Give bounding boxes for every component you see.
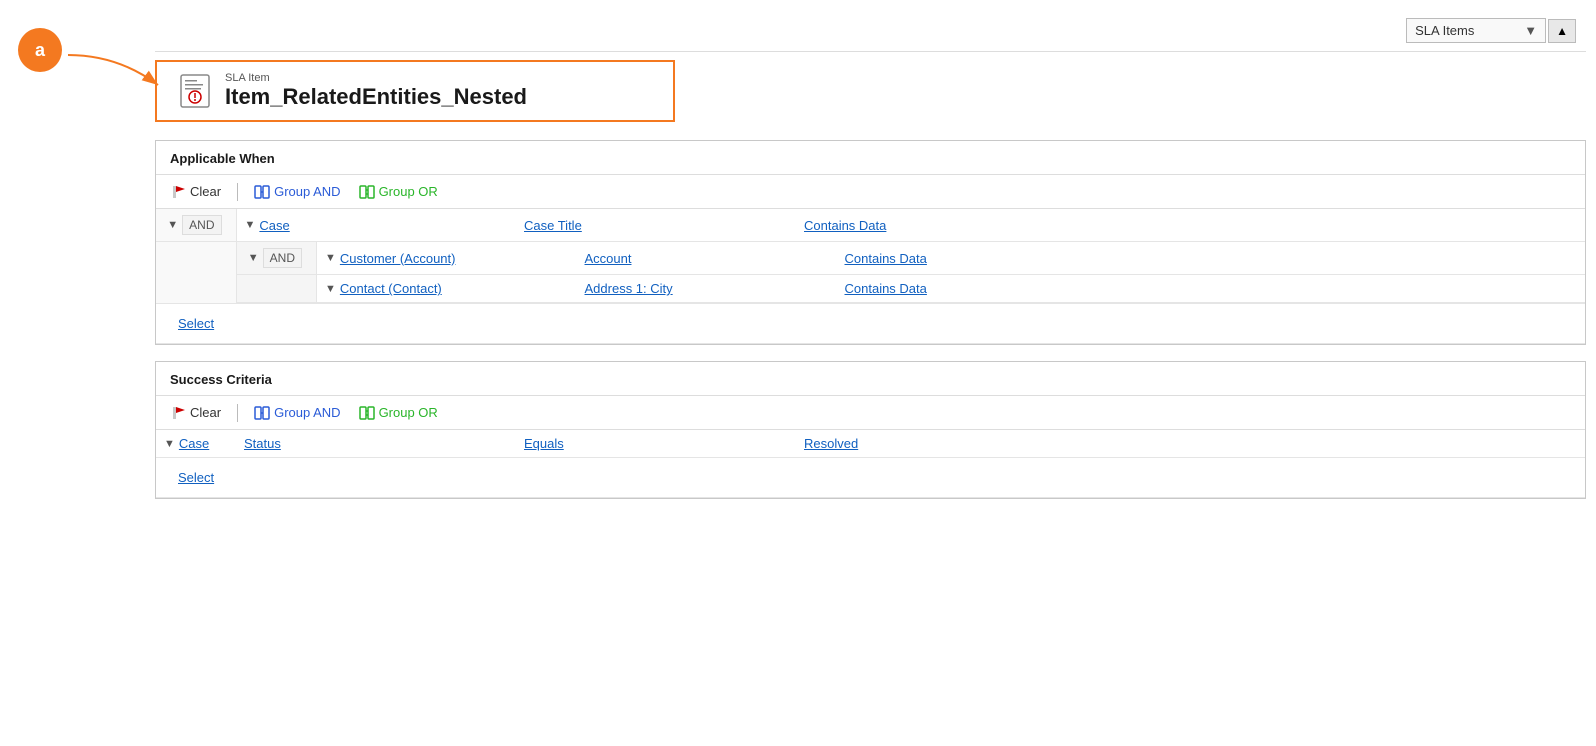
group-and-label: Group AND xyxy=(274,184,340,199)
row3-field-cell: Address 1: City xyxy=(577,275,837,303)
row2-field-cell: Account xyxy=(577,242,837,275)
row3-entity-link[interactable]: Contact (Contact) xyxy=(340,281,442,296)
group-and-icon xyxy=(254,185,270,199)
table-row: ▼ AND ▼ Case Case Title xyxy=(156,209,1585,242)
applicable-when-clear-button[interactable]: Clear xyxy=(166,181,227,202)
sla-items-dropdown[interactable]: SLA Items ▼ xyxy=(1406,18,1546,43)
row1-and-badge: AND xyxy=(182,215,221,235)
success-criteria-group-and-button[interactable]: Group AND xyxy=(248,402,346,423)
annotation-label: a xyxy=(35,40,45,61)
record-subtitle: SLA Item xyxy=(225,72,527,84)
row1-chevron[interactable]: ▼ xyxy=(167,219,178,231)
row2-chevron[interactable]: ▼ xyxy=(248,252,259,264)
row3-operator-link[interactable]: Contains Data xyxy=(845,281,927,296)
clear-label: Clear xyxy=(190,184,221,199)
row3-field-link[interactable]: Address 1: City xyxy=(585,281,673,296)
sla-items-up-button[interactable]: ▲ xyxy=(1548,19,1576,43)
and-cell-nested-2 xyxy=(237,275,317,303)
applicable-when-section: Applicable When Clear xyxy=(155,140,1586,345)
row1-operator-link[interactable]: Contains Data xyxy=(804,218,886,233)
table-row-select: Select xyxy=(156,304,1585,344)
sc-clear-label: Clear xyxy=(190,405,221,420)
row3-operator-cell: Contains Data xyxy=(837,275,1586,303)
sla-items-label: SLA Items xyxy=(1415,23,1474,38)
row1-field-cell: Case Title xyxy=(516,209,796,242)
table-row: ▼ Case Status Equals Resolved xyxy=(156,430,1585,458)
row2-field-link[interactable]: Account xyxy=(585,251,632,266)
sc-clear-flag-icon xyxy=(172,406,186,420)
group-or-label: Group OR xyxy=(379,184,438,199)
sc-group-or-label: Group OR xyxy=(379,405,438,420)
select-cell: Select xyxy=(156,304,1585,344)
row2-entity-chevron[interactable]: ▼ xyxy=(325,252,336,264)
success-criteria-group-or-button[interactable]: Group OR xyxy=(353,402,444,423)
toolbar-separator-1 xyxy=(237,183,238,201)
sc-row1-chevron[interactable]: ▼ xyxy=(164,438,175,450)
table-row: ▼ AND ▼ Customer (Account) xyxy=(237,242,1586,275)
record-icon xyxy=(177,73,213,109)
table-row: ▼ Contact (Contact) Address 1: City Cont… xyxy=(237,275,1586,303)
and-cell-nested: ▼ AND xyxy=(237,242,317,275)
row1-entity-chevron[interactable]: ▼ xyxy=(245,219,256,231)
sc-row1-value-cell: Resolved xyxy=(796,430,1585,458)
annotation-circle: a xyxy=(18,28,62,72)
sc-group-and-label: Group AND xyxy=(274,405,340,420)
success-criteria-toolbar: Clear Group AND xyxy=(156,395,1585,430)
table-row: ▼ AND ▼ Customer (Account) xyxy=(156,242,1585,304)
sc-row1-field-cell: Status xyxy=(236,430,516,458)
applicable-when-title: Applicable When xyxy=(156,141,1585,174)
header-card: SLA Item Item_RelatedEntities_Nested xyxy=(155,60,675,122)
row2-operator-link[interactable]: Contains Data xyxy=(845,251,927,266)
success-criteria-title: Success Criteria xyxy=(156,362,1585,395)
applicable-when-table: ▼ AND ▼ Case Case Title xyxy=(156,209,1585,344)
success-criteria-clear-button[interactable]: Clear xyxy=(166,402,227,423)
and-cell-outer-2 xyxy=(156,242,236,304)
success-criteria-select-link[interactable]: Select xyxy=(164,464,1577,491)
clear-flag-icon xyxy=(172,185,186,199)
page-container: a SLA Items ▼ ▲ xyxy=(0,10,1596,746)
table-row-select: Select xyxy=(156,458,1585,498)
sc-row1-operator-link[interactable]: Equals xyxy=(524,436,564,451)
row2-operator-cell: Contains Data xyxy=(837,242,1586,275)
sc-row1-field-link[interactable]: Status xyxy=(244,436,281,451)
applicable-when-group-or-button[interactable]: Group OR xyxy=(353,181,444,202)
applicable-when-toolbar: Clear Group AND xyxy=(156,174,1585,209)
annotation-arrow xyxy=(58,40,178,100)
row2-and-badge: AND xyxy=(263,248,302,268)
sc-toolbar-separator-1 xyxy=(237,404,238,422)
row3-entity-chevron[interactable]: ▼ xyxy=(325,283,336,295)
success-criteria-section: Success Criteria Clear Grou xyxy=(155,361,1586,499)
nested-container: ▼ AND ▼ Customer (Account) xyxy=(236,242,1585,304)
row2-entity-link[interactable]: Customer (Account) xyxy=(340,251,456,266)
row1-entity-cell: ▼ Case xyxy=(236,209,516,242)
applicable-when-group-and-button[interactable]: Group AND xyxy=(248,181,346,202)
sc-row1-value-link[interactable]: Resolved xyxy=(804,436,858,451)
row3-entity-cell: ▼ Contact (Contact) xyxy=(317,275,577,303)
group-or-icon xyxy=(359,185,375,199)
row1-field-link[interactable]: Case Title xyxy=(524,218,582,233)
sc-group-and-icon xyxy=(254,406,270,420)
sc-row1-operator-cell: Equals xyxy=(516,430,796,458)
nested-table: ▼ AND ▼ Customer (Account) xyxy=(237,242,1586,303)
row2-entity-cell: ▼ Customer (Account) xyxy=(317,242,577,275)
sc-group-or-icon xyxy=(359,406,375,420)
top-bar: SLA Items ▼ ▲ xyxy=(155,10,1586,52)
row1-entity-link[interactable]: Case xyxy=(259,218,289,233)
sc-row1-entity-link[interactable]: Case xyxy=(179,436,209,451)
success-criteria-table: ▼ Case Status Equals Resolved xyxy=(156,430,1585,498)
and-cell-outer: ▼ AND xyxy=(156,209,236,242)
row1-operator-cell: Contains Data xyxy=(796,209,1585,242)
dropdown-arrow-icon: ▼ xyxy=(1524,23,1537,38)
sc-select-cell: Select xyxy=(156,458,1585,498)
record-info: SLA Item Item_RelatedEntities_Nested xyxy=(225,72,527,110)
sc-row1-entity-cell: ▼ Case xyxy=(156,430,236,458)
sla-item-icon xyxy=(179,73,211,109)
applicable-when-select-link[interactable]: Select xyxy=(164,310,1577,337)
main-content: SLA Items ▼ ▲ SLA Item xyxy=(155,10,1596,499)
record-title: Item_RelatedEntities_Nested xyxy=(225,84,527,110)
